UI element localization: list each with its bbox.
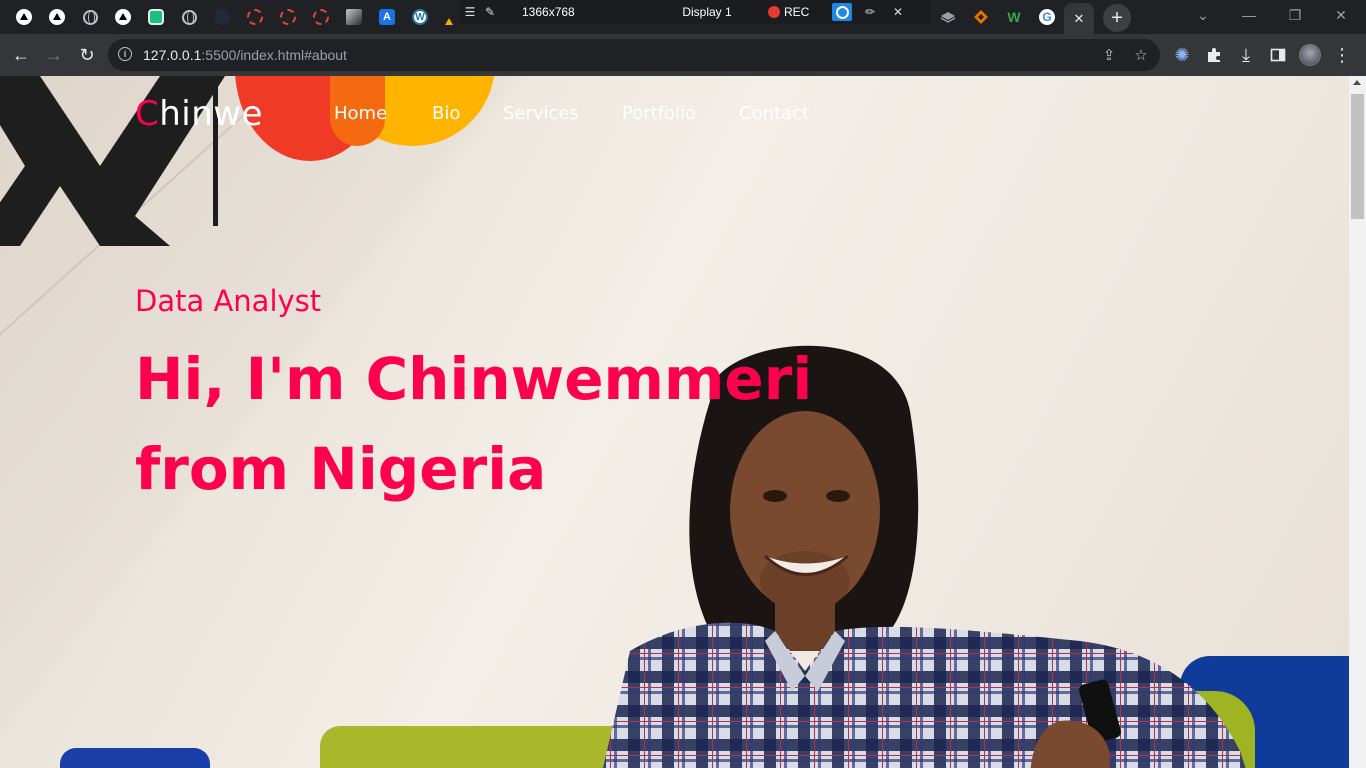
red-ring-icon — [313, 9, 329, 25]
forward-icon[interactable]: → — [41, 42, 67, 68]
tab[interactable] — [339, 3, 369, 31]
tab-strip: A W ☰ ✎ 1366x768 Display 1 REC ✏ ✕ W G ✕… — [0, 0, 1366, 34]
hero-heading-line-2: from Nigeria — [135, 435, 547, 503]
url-host: 127.0.0.1 — [143, 47, 202, 63]
recorder-display[interactable]: Display 1 — [652, 5, 762, 19]
nav-link-portfolio[interactable]: Portfolio — [622, 103, 696, 124]
share-icon[interactable]: ⇪ — [1099, 45, 1119, 65]
tab[interactable]: G — [1032, 3, 1062, 31]
profile-avatar[interactable] — [1297, 42, 1323, 68]
back-icon[interactable]: ← — [8, 42, 34, 68]
globe-icon — [181, 9, 197, 25]
nav-link-bio[interactable]: Bio — [432, 103, 460, 124]
menu-icon[interactable]: ☰ — [460, 5, 480, 19]
camera-icon[interactable] — [832, 3, 852, 21]
triangle-icon — [16, 9, 32, 25]
logo-text: hinwe — [159, 94, 264, 134]
chatgpt-icon — [148, 9, 164, 25]
pin-icon[interactable]: ✎ — [480, 5, 500, 19]
minimize-icon[interactable]: — — [1226, 0, 1272, 30]
tab[interactable] — [9, 3, 39, 31]
bookmark-star-icon[interactable]: ☆ — [1131, 45, 1151, 65]
close-recorder-icon[interactable]: ✕ — [888, 5, 908, 19]
red-ring-icon — [280, 9, 296, 25]
reload-icon[interactable]: ↻ — [74, 42, 100, 68]
w-letter-icon: W — [1007, 9, 1021, 25]
restore-icon[interactable]: ❐ — [1272, 0, 1318, 30]
hero-heading: Hi, I'm Chinwemmeri from Nigeria — [135, 334, 835, 514]
tab[interactable] — [273, 3, 303, 31]
red-ring-icon — [247, 9, 263, 25]
new-tab-button[interactable]: + — [1103, 4, 1131, 32]
tab[interactable]: A — [372, 3, 402, 31]
screen-recorder-bar: ☰ ✎ 1366x768 Display 1 REC ✏ ✕ — [460, 0, 930, 24]
layers-icon — [940, 12, 956, 23]
scroll-up-icon[interactable] — [1353, 80, 1361, 85]
logo-initial: C — [135, 94, 160, 134]
tab[interactable] — [75, 3, 105, 31]
download-icon[interactable]: ⤓ — [1233, 42, 1259, 68]
tab[interactable]: W — [405, 3, 435, 31]
tab[interactable] — [174, 3, 204, 31]
dark-circle-icon — [214, 9, 230, 25]
side-panel-icon[interactable] — [1265, 42, 1291, 68]
photo-icon — [346, 9, 362, 25]
tab[interactable] — [108, 3, 138, 31]
hero-subtitle: Data Analyst — [135, 284, 322, 318]
tab[interactable] — [933, 3, 963, 31]
page-scrollbar[interactable] — [1349, 76, 1366, 768]
wordpress-icon: W — [412, 9, 428, 25]
site-logo[interactable]: Chinwe — [135, 94, 263, 134]
record-dot-icon[interactable] — [768, 6, 780, 18]
browser-toolbar: ← → ↻ i 127.0.0.1:5500/index.html#about … — [0, 34, 1366, 76]
site-info-icon[interactable]: i — [118, 47, 132, 61]
hero-heading-line-1: Hi, I'm Chinwemmeri — [135, 345, 813, 413]
tab[interactable] — [966, 3, 996, 31]
globe-icon — [82, 9, 98, 25]
recorder-resolution: 1366x768 — [522, 5, 575, 19]
tab-search-icon[interactable]: ⌄ — [1180, 0, 1226, 30]
tab[interactable] — [240, 3, 270, 31]
a-letter-icon: A — [379, 9, 395, 25]
triangle-icon — [49, 9, 65, 25]
nav-link-contact[interactable]: Contact — [739, 103, 809, 124]
url-text[interactable]: 127.0.0.1:5500/index.html#about — [143, 47, 347, 63]
tab[interactable] — [207, 3, 237, 31]
extensions-puzzle-icon[interactable] — [1201, 42, 1227, 68]
page-viewport: Chinwe Home Bio Services Portfolio Conta… — [0, 76, 1349, 768]
tab[interactable] — [141, 3, 171, 31]
nav-link-home[interactable]: Home — [334, 103, 387, 124]
background-photo-sofa — [60, 748, 210, 768]
pen-icon[interactable]: ✏ — [860, 5, 880, 19]
window-close-icon[interactable]: ✕ — [1318, 0, 1364, 30]
site-header: Chinwe Home Bio Services Portfolio Conta… — [0, 76, 1349, 152]
active-tab[interactable]: ✕ — [1064, 3, 1094, 34]
close-tab-icon[interactable]: ✕ — [1074, 11, 1085, 27]
tab[interactable] — [306, 3, 336, 31]
nav-link-services[interactable]: Services — [503, 103, 579, 124]
extension-snowflake-icon[interactable]: ✺ — [1169, 42, 1195, 68]
tab[interactable]: W — [999, 3, 1029, 31]
address-bar[interactable]: i 127.0.0.1:5500/index.html#about ⇪ ☆ — [108, 39, 1160, 71]
triangle-icon — [115, 9, 131, 25]
scrollbar-thumb[interactable] — [1351, 94, 1364, 219]
record-label[interactable]: REC — [784, 5, 824, 19]
diamond-icon — [974, 10, 988, 24]
google-icon: G — [1039, 9, 1055, 25]
kebab-menu-icon[interactable]: ⋮ — [1329, 42, 1355, 68]
tab[interactable] — [42, 3, 72, 31]
url-path: :5500/index.html#about — [201, 47, 347, 63]
warning-icon — [445, 17, 453, 25]
